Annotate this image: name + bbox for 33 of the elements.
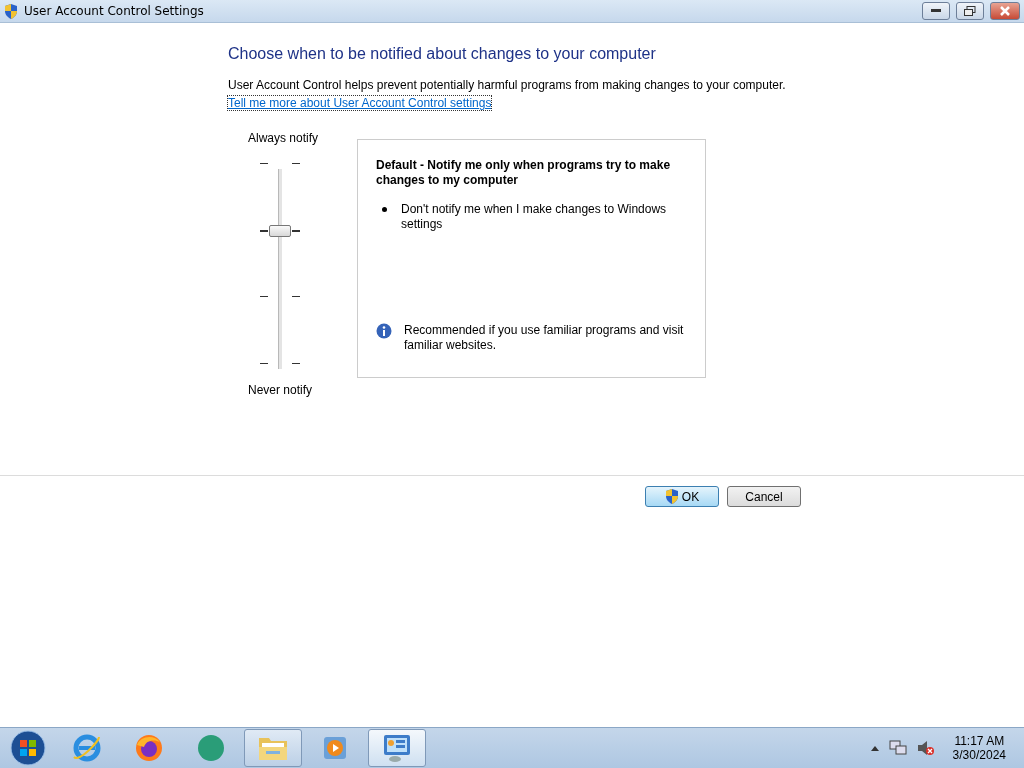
network-icon[interactable] [888,740,907,756]
taskbar-item[interactable] [244,729,302,767]
control-panel-icon [381,733,413,763]
play-icon [322,735,348,761]
taskbar-item[interactable] [368,729,426,767]
fox-globe-icon [134,733,164,763]
description-text: User Account Control helps prevent potentially harmful programs from making changes to your computer. [228,78,787,92]
slider-top-label: Always notify [248,131,320,145]
slider-thumb[interactable] [269,224,291,237]
close-icon [1000,6,1010,16]
restore-icon [964,6,976,16]
restore-button[interactable] [956,2,984,20]
caret-icon[interactable] [870,745,879,751]
browser-e-icon [71,733,103,763]
slider-bottom-label: Never notify [248,383,314,397]
shield-icon [664,489,679,504]
cancel-button[interactable]: Cancel [727,486,801,507]
help-link[interactable]: Tell me more about User Account Control settings [228,96,492,110]
clock[interactable]: 11:17 AM 3/30/2024 [952,734,1006,762]
minimize-icon [931,9,941,13]
page-heading: Choose when to be notified about changes to your computer [228,45,657,63]
sphere-icon [195,733,227,763]
shield-icon [4,3,18,19]
minimize-button[interactable] [922,2,950,20]
muted-speaker-icon[interactable] [916,740,935,756]
bullet-text: Don't notify me when I make changes to Windows settings [401,202,668,232]
ok-button[interactable]: OK [645,486,719,507]
window-title: User Account Control Settings [24,4,205,18]
bullet-icon [382,207,387,212]
recommendation-text: Recommended if you use familiar programs and visit familiar websites. [404,323,685,353]
setting-title: Default - Notify me only when programs try to make changes to my computer [376,158,672,188]
close-button[interactable] [990,2,1020,20]
info-icon [376,323,392,339]
